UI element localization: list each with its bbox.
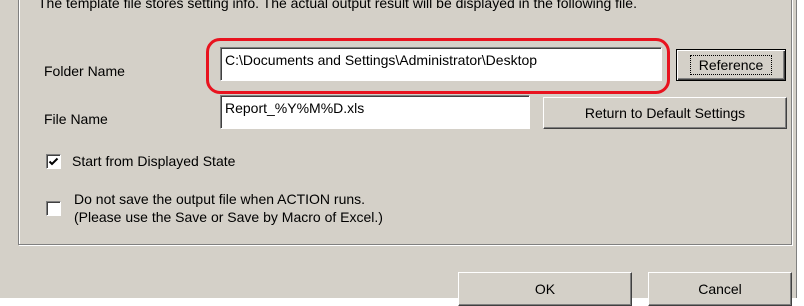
return-default-button[interactable]: Return to Default Settings xyxy=(543,97,787,129)
reference-button-label: Reference xyxy=(689,55,773,75)
reference-button[interactable]: Reference xyxy=(676,49,786,81)
file-name-field[interactable]: Report_%Y%M%D.xls xyxy=(220,95,530,129)
do-not-save-line1: Do not save the output file when ACTION … xyxy=(74,191,366,207)
cancel-button[interactable]: Cancel xyxy=(648,272,792,306)
folder-name-label: Folder Name xyxy=(44,63,125,79)
info-text: The template file stores setting info. T… xyxy=(38,0,637,11)
do-not-save-line2: (Please use the Save or Save by Macro of… xyxy=(74,209,383,225)
do-not-save-checkbox[interactable] xyxy=(46,201,61,216)
settings-dialog: The template file stores setting info. T… xyxy=(0,0,804,306)
do-not-save-label: Do not save the output file when ACTION … xyxy=(74,190,383,226)
start-displayed-checkbox[interactable] xyxy=(46,154,61,169)
checkmark-icon xyxy=(48,157,59,166)
file-name-label: File Name xyxy=(44,111,108,127)
window-edge xyxy=(796,0,804,298)
start-displayed-label: Start from Displayed State xyxy=(72,153,236,169)
highlight-annotation xyxy=(206,38,670,94)
ok-button[interactable]: OK xyxy=(458,272,632,306)
